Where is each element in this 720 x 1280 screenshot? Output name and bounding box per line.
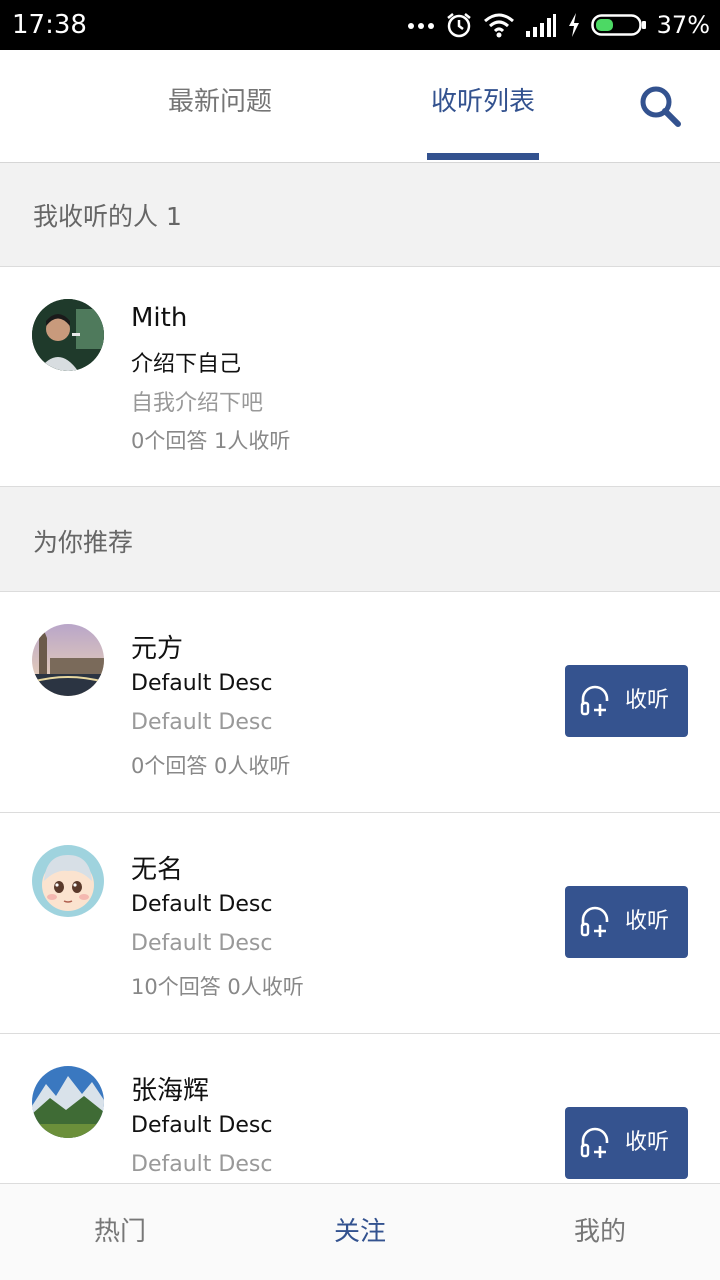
user-title: Default Desc	[131, 1113, 273, 1138]
status-icons: 37%	[407, 8, 710, 42]
list-item[interactable]: 张海辉 Default Desc Default Desc 收听	[0, 1034, 720, 1183]
user-name: 元方	[131, 634, 184, 664]
follow-button[interactable]: 收听	[565, 886, 688, 958]
wifi-icon	[483, 13, 514, 38]
nav-item-me[interactable]: 我的	[480, 1184, 720, 1280]
follow-button-label: 收听	[625, 909, 670, 934]
avatar	[32, 299, 104, 371]
section-title-following: 我收听的人 1	[33, 202, 182, 231]
more-dots-icon	[407, 23, 434, 29]
headphone-add-icon	[580, 1127, 609, 1158]
user-desc: Default Desc	[131, 710, 273, 735]
top-tab-bar: 最新问题 收听列表	[0, 50, 720, 163]
user-desc: Default Desc	[131, 931, 273, 956]
headphone-add-icon	[580, 906, 609, 937]
follow-button-label: 收听	[625, 688, 670, 713]
follow-button-label: 收听	[625, 1130, 670, 1155]
battery-icon	[590, 14, 646, 36]
user-name: 张海辉	[131, 1076, 210, 1106]
status-bar: 17:38 37%	[0, 0, 720, 50]
nav-item-follow[interactable]: 关注	[240, 1184, 480, 1280]
bottom-nav: 热门 关注 我的	[0, 1183, 720, 1280]
user-stats: 0个回答 0人收听	[131, 754, 291, 778]
headphone-add-icon	[580, 685, 609, 716]
list-item[interactable]: 无名 Default Desc Default Desc 10个回答 0人收听 …	[0, 813, 720, 1034]
user-name: Mith	[131, 303, 188, 333]
section-title-recommend: 为你推荐	[33, 528, 134, 557]
battery-percent: 37%	[656, 11, 710, 39]
user-stats: 0个回答 1人收听	[131, 429, 291, 453]
signal-icon	[525, 14, 556, 37]
nav-item-hot[interactable]: 热门	[0, 1184, 240, 1280]
user-desc: 自我介绍下吧	[131, 391, 264, 416]
avatar	[32, 845, 104, 917]
tab-follow-list[interactable]: 收听列表	[427, 50, 539, 163]
follow-button[interactable]: 收听	[565, 665, 688, 737]
avatar	[32, 1066, 104, 1138]
section-header-recommend: 为你推荐	[0, 487, 720, 592]
user-title: 介绍下自己	[131, 352, 242, 377]
user-name: 无名	[131, 855, 184, 885]
section-header-following: 我收听的人 1	[0, 163, 720, 267]
user-desc: Default Desc	[131, 1152, 273, 1177]
follow-button[interactable]: 收听	[565, 1107, 688, 1179]
user-stats: 10个回答 0人收听	[131, 975, 304, 999]
active-tab-indicator	[427, 153, 539, 160]
status-time: 17:38	[12, 10, 87, 40]
list-item[interactable]: 元方 Default Desc Default Desc 0个回答 0人收听 收…	[0, 592, 720, 813]
tab-latest-questions[interactable]: 最新问题	[160, 50, 280, 163]
alarm-icon	[446, 13, 471, 38]
user-title: Default Desc	[131, 671, 273, 696]
list-item[interactable]: Mith 介绍下自己 自我介绍下吧 0个回答 1人收听	[0, 267, 720, 487]
charging-icon	[568, 13, 579, 37]
avatar	[32, 624, 104, 696]
search-icon[interactable]	[636, 82, 684, 130]
user-title: Default Desc	[131, 892, 273, 917]
